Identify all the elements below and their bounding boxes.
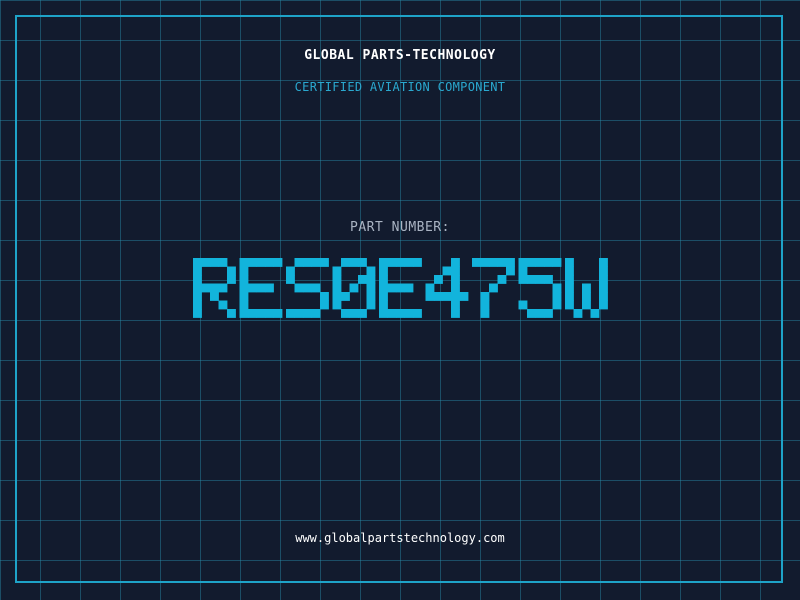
part-number [0, 258, 800, 338]
part-number-pixel-text [192, 258, 608, 318]
part-number-label: PART NUMBER: [350, 220, 450, 235]
certification-subtitle: CERTIFIED AVIATION COMPONENT [294, 80, 506, 94]
part-number-char [471, 258, 515, 318]
part-number-char [285, 258, 329, 318]
part-number-char [564, 258, 608, 318]
part-number-char [518, 258, 561, 318]
label-canvas: GLOBAL PARTS-TECHNOLOGY CERTIFIED AVIATI… [0, 0, 800, 600]
part-number-char [239, 258, 282, 318]
part-number-char [192, 258, 236, 318]
part-number-char [332, 258, 375, 318]
part-number-char [425, 258, 468, 318]
website-url: www.globalpartstechnology.com [295, 531, 505, 545]
part-number-char [378, 258, 422, 318]
company-name: GLOBAL PARTS-TECHNOLOGY [304, 48, 496, 63]
